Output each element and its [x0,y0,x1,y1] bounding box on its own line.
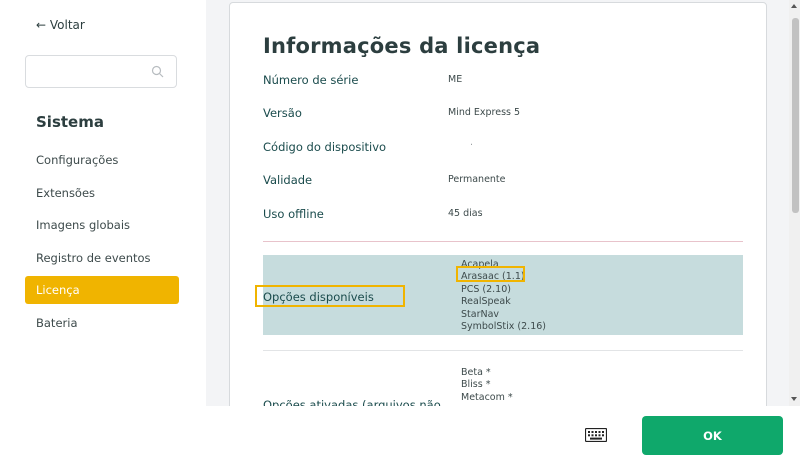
sidebar-nav: Configurações Extensões Imagens globais … [25,146,179,342]
divider [263,241,743,242]
page-title: Informações da licença [263,34,541,58]
search-icon[interactable] [151,65,164,78]
main-area: Informações da licença Número de série M… [206,0,800,466]
option-item: StarNav [461,308,500,320]
validity-value: Permanente [448,174,506,185]
sidebar-item-registro-de-eventos[interactable]: Registro de eventos [25,244,179,272]
offline-use-value: 45 dias [448,208,483,219]
option-item: PCS (2.10) [461,283,511,295]
back-link[interactable]: ← Voltar [36,18,85,32]
footer-bar: OK [206,406,800,466]
highlight-box-arasaac [456,266,525,282]
license-card: Informações da licença Número de série M… [229,2,767,464]
scroll-down-arrow[interactable] [791,397,797,401]
sidebar-item-extensoes[interactable]: Extensões [25,179,179,207]
option-item: RealSpeak [461,296,511,308]
keyboard-icon[interactable] [585,428,607,442]
device-code-label: Código do dispositivo [263,140,387,154]
scrollbar[interactable] [789,0,800,406]
activated-item: Metacom * [461,391,513,403]
sidebar: ← Voltar Sistema Configurações Extensões… [0,0,206,466]
version-value: Mind Express 5 [448,107,521,118]
activated-item: Bliss * [461,379,491,391]
ok-button[interactable]: OK [642,416,783,455]
version-label: Versão [263,106,302,120]
scrollbar-thumb[interactable] [792,18,799,213]
highlight-box-options-label [255,285,405,307]
validity-label: Validade [263,173,313,187]
activated-options-list: Beta * Bliss * Metacom * [461,367,513,404]
section-title: Sistema [36,113,104,131]
sidebar-item-imagens-globais[interactable]: Imagens globais [25,211,179,239]
serial-number-label: Número de série [263,73,359,87]
scroll-up-arrow[interactable] [791,4,797,8]
option-item: SymbolStix (2.16) [461,321,546,333]
device-code-value: . [470,137,474,148]
sidebar-item-bateria[interactable]: Bateria [25,309,179,337]
divider [263,350,743,351]
search-field[interactable] [25,55,177,89]
search-input[interactable] [34,56,153,89]
activated-item: Beta * [461,367,491,378]
sidebar-item-licenca[interactable]: Licença [25,276,179,305]
sidebar-item-configuracoes[interactable]: Configurações [25,146,179,174]
serial-number-value: ME [448,74,463,85]
offline-use-label: Uso offline [263,207,324,221]
